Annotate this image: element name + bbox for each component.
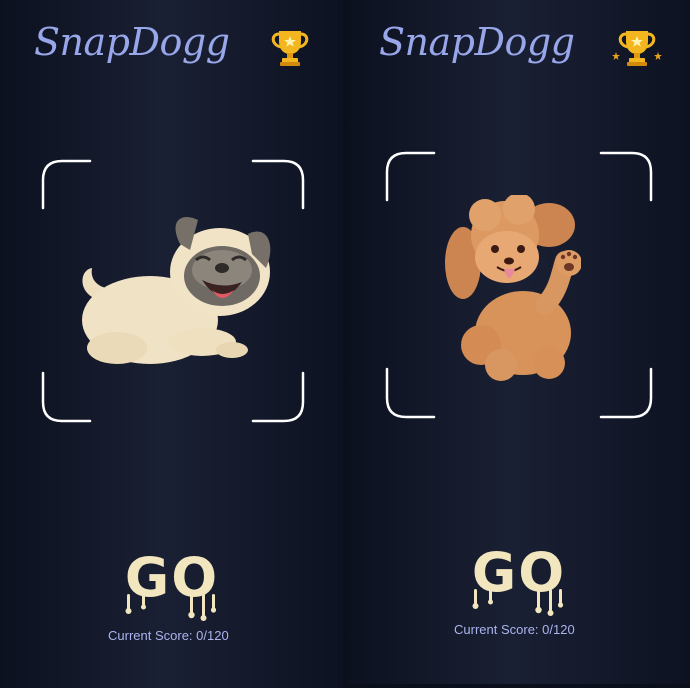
poodle-icon	[445, 195, 581, 381]
pug-icon	[82, 217, 271, 364]
current-score: Current Score: 0/120	[454, 622, 575, 637]
go-button[interactable]: GO	[104, 548, 240, 624]
screen-pug: SnapDogg GO Current Score: 0/120	[0, 0, 343, 688]
app-title: SnapDogg	[34, 20, 230, 64]
trophy-with-stars-icon[interactable]	[611, 25, 663, 69]
trophy-icon[interactable]	[268, 25, 312, 69]
screen-poodle: SnapDogg GO Current Score: 0/120	[347, 0, 690, 684]
current-score: Current Score: 0/120	[108, 628, 229, 643]
app-title: SnapDogg	[379, 20, 575, 64]
go-button[interactable]: GO	[451, 543, 587, 619]
